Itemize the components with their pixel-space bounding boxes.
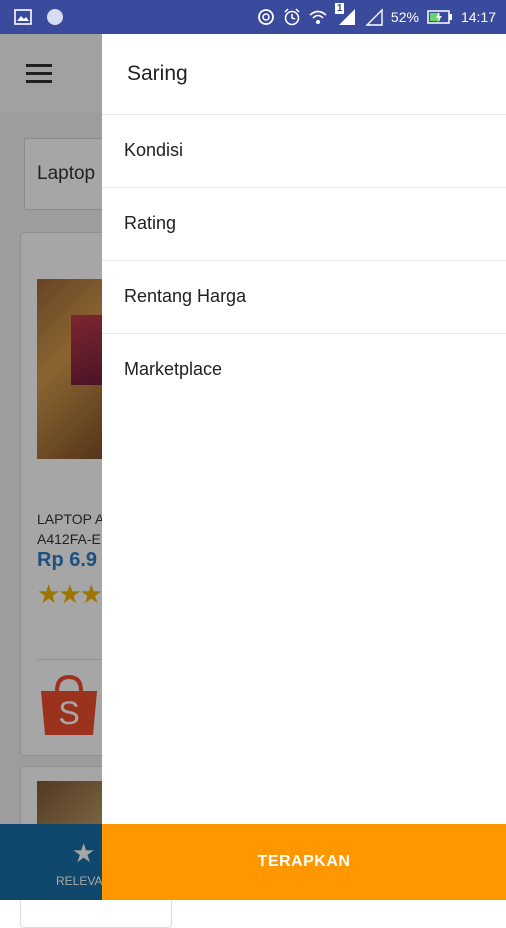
- sync-icon: [258, 9, 274, 25]
- apply-button[interactable]: TERAPKAN: [102, 824, 506, 900]
- battery-charging-icon: [427, 10, 452, 24]
- sim-badge: 1: [334, 3, 345, 14]
- clock: 14:17: [460, 9, 496, 25]
- filter-item-marketplace[interactable]: Marketplace: [102, 333, 506, 406]
- status-bar-left: [14, 8, 64, 26]
- filter-item-rating[interactable]: Rating: [102, 187, 506, 260]
- filter-item-label: Rentang Harga: [124, 286, 247, 306]
- wifi-icon: [309, 10, 327, 24]
- filter-item-label: Kondisi: [124, 140, 184, 160]
- filter-drawer: Saring Kondisi Rating Rentang Harga Mark…: [102, 34, 506, 900]
- filter-item-label: Rating: [124, 213, 177, 233]
- status-bar-right: 1 52% 14:17: [257, 3, 496, 27]
- status-bar: 1 52% 14:17: [0, 0, 506, 34]
- signal-2-icon: [365, 8, 383, 26]
- filter-item-kondisi[interactable]: Kondisi: [102, 114, 506, 187]
- filter-item-label: Marketplace: [124, 359, 223, 379]
- signal-icon: 1: [334, 3, 357, 27]
- alarm-icon: [284, 8, 300, 26]
- filter-item-rentang-harga[interactable]: Rentang Harga: [102, 260, 506, 333]
- battery-percent: 52%: [390, 9, 419, 25]
- drawer-title: Saring: [127, 62, 188, 85]
- gallery-icon: [14, 9, 32, 25]
- circle-notification-icon: [47, 9, 63, 25]
